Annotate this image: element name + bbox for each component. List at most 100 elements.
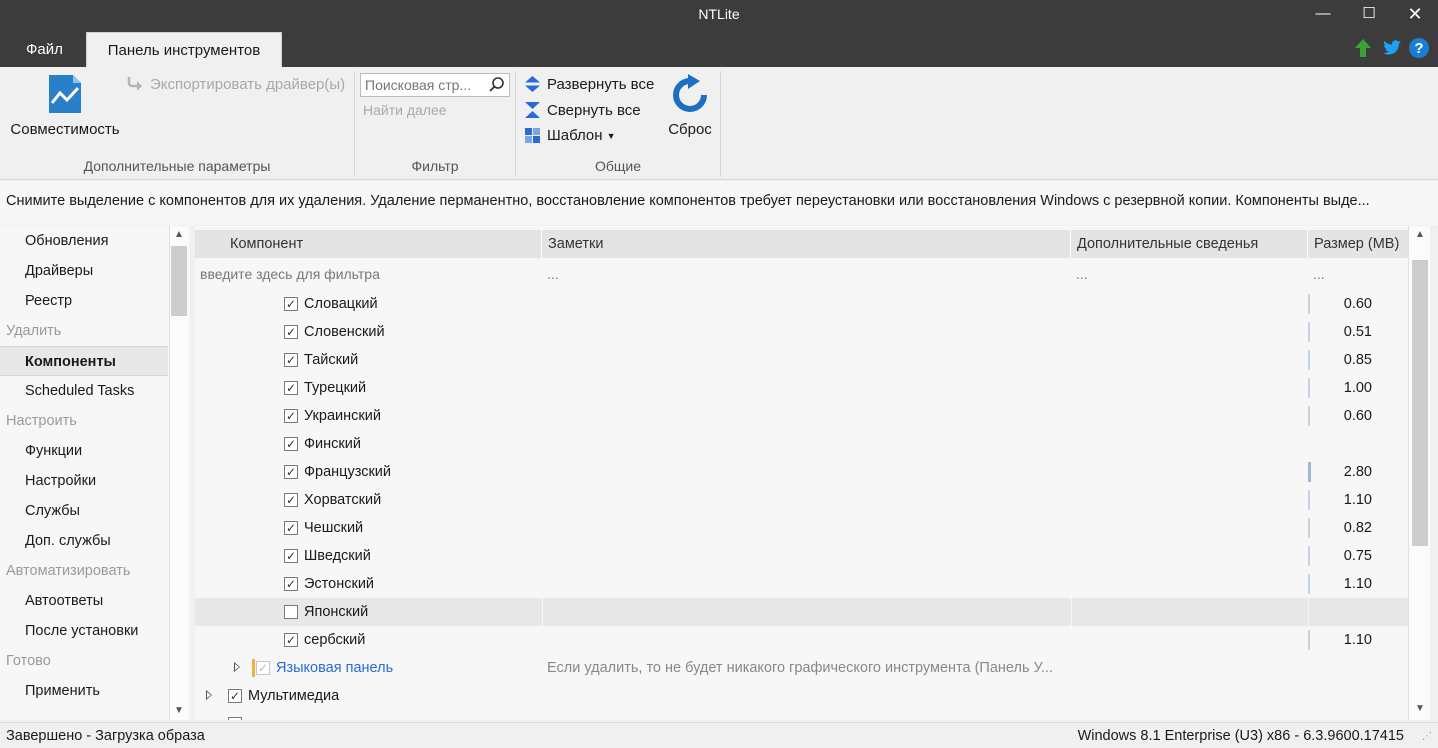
help-icon[interactable]: ? — [1408, 37, 1430, 59]
filter-notes-field[interactable]: ... — [542, 260, 1071, 288]
expand-all-button[interactable]: Развернуть все — [524, 75, 654, 93]
sidebar-item[interactable]: Применить — [0, 676, 168, 706]
partial-row-checkbox[interactable] — [228, 717, 242, 720]
sidebar-item[interactable]: Обновления — [0, 226, 168, 256]
sidebar-item[interactable]: Автоответы — [0, 586, 168, 616]
sidebar-item[interactable]: Scheduled Tasks — [0, 376, 168, 406]
expand-arrow-icon[interactable] — [206, 690, 212, 700]
tab-toolbar[interactable]: Панель инструментов — [86, 32, 282, 67]
row-component-name: сербский — [304, 632, 366, 648]
compatibility-label: Совместимость — [10, 121, 120, 138]
row-component-name: Украинский — [304, 408, 381, 424]
filter-component-field[interactable]: введите здесь для фильтра — [195, 260, 542, 288]
export-drivers-button[interactable]: Экспортировать драйвер(ы) — [126, 75, 345, 93]
tree-row[interactable]: ✓ Турецкий 1.00 — [195, 374, 1408, 402]
row-checkbox[interactable]: ✓ — [284, 381, 298, 395]
twitter-icon[interactable] — [1381, 37, 1403, 59]
tree-row[interactable]: Японский — [195, 598, 1408, 626]
tree-row[interactable]: ✓ сербский 1.10 — [195, 626, 1408, 654]
find-next-button[interactable]: Найти далее — [363, 102, 447, 118]
row-highlight — [1309, 598, 1408, 626]
search-icon[interactable] — [488, 76, 506, 94]
chevron-down-icon: ▼ — [606, 130, 616, 141]
reset-icon — [673, 74, 707, 112]
tree-row[interactable]: ✓ Словацкий 0.60 — [195, 290, 1408, 318]
grid-scrollbar[interactable]: ▲ ▼ — [1408, 226, 1430, 720]
sidebar-item[interactable]: Драйверы — [0, 256, 168, 286]
scroll-up-arrow-icon[interactable]: ▲ — [1411, 226, 1429, 244]
multimedia-checkbox[interactable]: ✓ — [228, 689, 242, 703]
row-checkbox[interactable]: ✓ — [284, 409, 298, 423]
sidebar-item[interactable]: Функции — [0, 436, 168, 466]
collapse-all-button[interactable]: Свернуть все — [524, 101, 641, 119]
title-bar: NTLite — ☐ ✕ — [0, 0, 1438, 30]
row-component-name: Шведский — [304, 548, 371, 564]
column-header-notes[interactable]: Заметки — [542, 230, 1071, 258]
row-checkbox[interactable]: ✓ — [284, 549, 298, 563]
tree-row-multimedia[interactable]: ✓ Мультимедиа — [195, 682, 1408, 710]
row-checkbox[interactable]: ✓ — [284, 577, 298, 591]
row-component-name: Словацкий — [304, 296, 378, 312]
sidebar-item[interactable]: Настройки — [0, 466, 168, 496]
row-size: 0.75 — [1343, 548, 1372, 564]
modified-marker — [252, 659, 255, 677]
sidebar-item[interactable]: Реестр — [0, 286, 168, 316]
resize-grip-icon[interactable]: ⋰ — [1422, 731, 1432, 742]
row-checkbox[interactable] — [284, 605, 298, 619]
export-drivers-label: Экспортировать драйвер(ы) — [150, 75, 346, 93]
filter-info-field[interactable]: ... — [1071, 260, 1308, 288]
tree-row[interactable]: ✓ Финский — [195, 430, 1408, 458]
tree-row-partial[interactable] — [195, 710, 1408, 720]
row-checkbox[interactable]: ✓ — [284, 465, 298, 479]
language-panel-label[interactable]: Языковая панель — [276, 654, 393, 682]
sidebar-item[interactable]: Доп. службы — [0, 526, 168, 556]
column-header-size[interactable]: Размер (MB) — [1308, 230, 1408, 258]
search-box[interactable] — [360, 73, 510, 97]
tree-row[interactable]: ✓ Эстонский 1.10 — [195, 570, 1408, 598]
minimize-button[interactable]: — — [1300, 0, 1346, 30]
scroll-up-arrow-icon[interactable]: ▲ — [170, 226, 188, 244]
group-label-advanced: Дополнительные параметры — [83, 158, 271, 174]
language-panel-note: Если удалить, то не будет никакого графи… — [547, 660, 1053, 676]
column-header-component[interactable]: Компонент — [195, 230, 542, 258]
language-panel-checkbox[interactable]: ✓ — [256, 661, 270, 675]
scroll-down-arrow-icon[interactable]: ▼ — [1411, 700, 1429, 718]
os-version-text: Windows 8.1 Enterprise (U3) x86 - 6.3.96… — [1077, 728, 1404, 744]
tree-row-language-panel[interactable]: ✓ Языковая панель Если удалить, то не бу… — [195, 654, 1408, 682]
row-checkbox[interactable]: ✓ — [284, 521, 298, 535]
tab-file[interactable]: Файл — [6, 32, 83, 67]
row-checkbox[interactable]: ✓ — [284, 493, 298, 507]
tree-row[interactable]: ✓ Шведский 0.75 — [195, 542, 1408, 570]
row-checkbox[interactable]: ✓ — [284, 633, 298, 647]
column-header-info[interactable]: Дополнительные сведенья — [1071, 230, 1308, 258]
tree-row[interactable]: ✓ Хорватский 1.10 — [195, 486, 1408, 514]
sidebar-scroll-thumb[interactable] — [171, 246, 187, 316]
filter-size-field[interactable]: ... — [1308, 260, 1408, 288]
sidebar-item[interactable]: Компоненты — [0, 346, 168, 376]
maximize-button[interactable]: ☐ — [1346, 0, 1392, 30]
sidebar-item[interactable]: Службы — [0, 496, 168, 526]
row-checkbox[interactable]: ✓ — [284, 325, 298, 339]
tree-row[interactable]: ✓ Французский 2.80 — [195, 458, 1408, 486]
search-input[interactable] — [361, 74, 481, 96]
reset-button[interactable]: Сброс — [662, 73, 718, 138]
compatibility-button[interactable]: Совместимость — [8, 73, 122, 138]
close-button[interactable]: ✕ — [1392, 0, 1438, 30]
sidebar-item[interactable]: После установки — [0, 616, 168, 646]
row-checkbox[interactable]: ✓ — [284, 437, 298, 451]
sidebar-scrollbar[interactable]: ▲ ▼ — [169, 226, 188, 720]
expand-arrow-icon[interactable] — [234, 662, 240, 672]
row-checkbox[interactable]: ✓ — [284, 353, 298, 367]
row-size: 0.60 — [1343, 296, 1372, 312]
grid-scroll-thumb[interactable] — [1412, 260, 1428, 546]
scroll-down-arrow-icon[interactable]: ▼ — [170, 702, 188, 720]
row-component-name: Чешский — [304, 520, 364, 536]
template-dropdown[interactable]: Шаблон ▼ — [524, 127, 615, 144]
row-checkbox[interactable]: ✓ — [284, 297, 298, 311]
tree-row[interactable]: ✓ Словенский 0.51 — [195, 318, 1408, 346]
tree-row[interactable]: ✓ Украинский 0.60 — [195, 402, 1408, 430]
tree-row[interactable]: ✓ Тайский 0.85 — [195, 346, 1408, 374]
window-title: NTLite — [698, 6, 740, 22]
update-arrow-icon[interactable] — [1352, 37, 1374, 59]
tree-row[interactable]: ✓ Чешский 0.82 — [195, 514, 1408, 542]
